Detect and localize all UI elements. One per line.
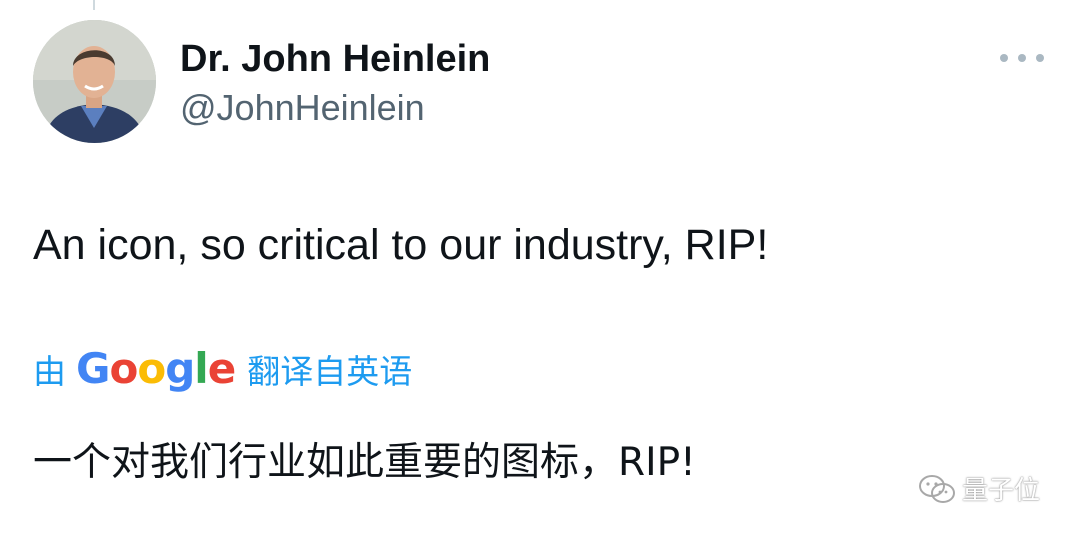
google-logo-letter: l — [194, 344, 208, 393]
watermark-text: 量子位 — [962, 476, 1041, 506]
more-dot — [1018, 54, 1026, 62]
avatar[interactable] — [33, 20, 156, 143]
thread-connector-line — [93, 0, 95, 10]
more-dot — [1000, 54, 1008, 62]
profile-photo — [33, 20, 156, 143]
google-logo-letter: G — [76, 344, 110, 393]
google-logo: Google — [76, 348, 236, 390]
more-horizontal-icon[interactable] — [1000, 50, 1044, 66]
google-logo-letter: o — [137, 344, 166, 393]
google-logo-letter: e — [207, 344, 236, 393]
display-name[interactable]: Dr. John Heinlein — [180, 36, 490, 82]
translated-tweet-text: 一个对我们行业如此重要的图标，RIP! — [33, 440, 696, 485]
user-handle[interactable]: @JohnHeinlein — [180, 86, 425, 130]
translation-suffix: 翻译自英语 — [247, 352, 413, 391]
tweet-text: An icon, so critical to our industry, RI… — [33, 221, 769, 269]
google-logo-letter: g — [165, 344, 195, 393]
watermark: 量子位 — [918, 470, 1040, 507]
translated-by-google-link[interactable]: 由 Google 翻译自英语 — [33, 344, 412, 394]
wechat-icon — [919, 474, 955, 503]
google-logo-letter: o — [109, 344, 138, 393]
translation-prefix: 由 — [33, 352, 66, 391]
more-dot — [1036, 54, 1044, 62]
